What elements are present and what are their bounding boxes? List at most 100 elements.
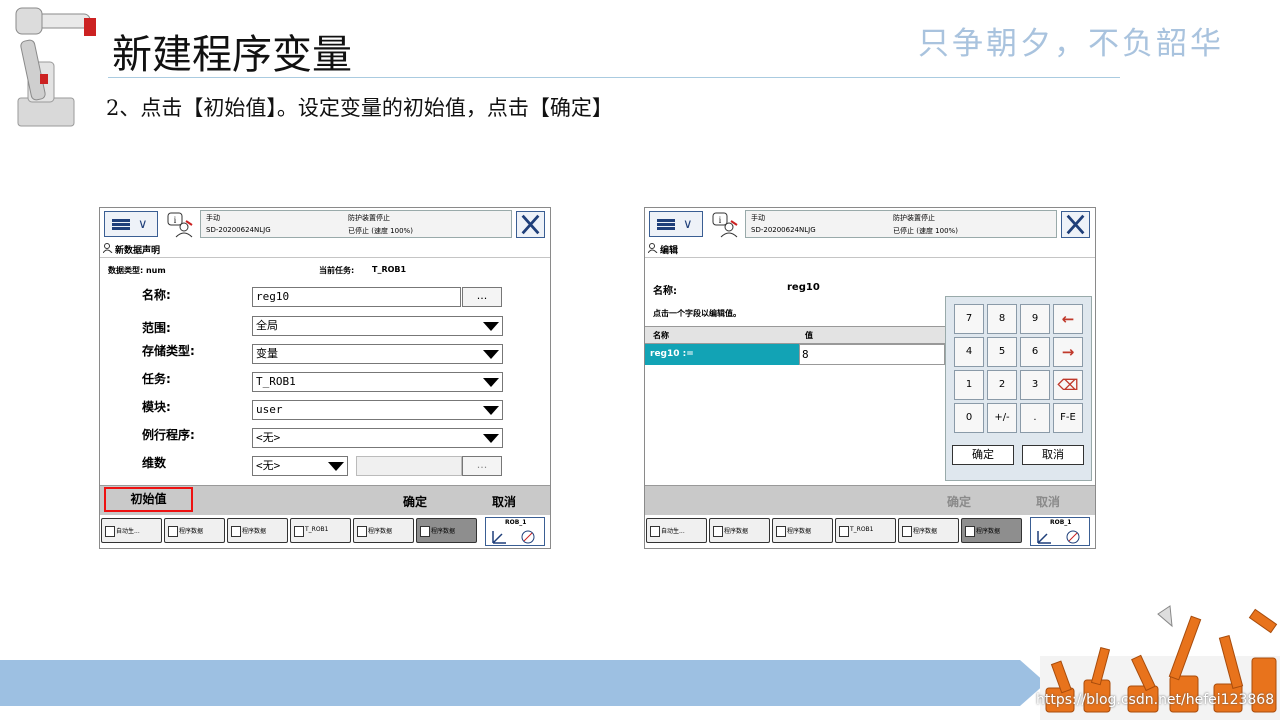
taskbar-tab-t-rob1[interactable]: T_ROB1 — [835, 518, 896, 543]
key-left-arrow-icon[interactable]: ← — [1053, 304, 1083, 334]
column-value: 值 — [805, 331, 813, 340]
key-9[interactable]: 9 — [1020, 304, 1050, 334]
window-title-bar: 编辑 — [645, 240, 1095, 258]
taskbar-tab-program-data[interactable]: 程序数据 — [709, 518, 770, 543]
status-safety: 防护装置停止 — [348, 214, 390, 222]
dimension-select[interactable]: <无> — [252, 456, 348, 476]
status-bar: ∨ i 手动 SD-20200624NLJG 防护装置停止 已停止 (速度 10… — [100, 208, 550, 240]
taskbar-tab-label: T_ROB1 — [305, 526, 329, 533]
key-6[interactable]: 6 — [1020, 337, 1050, 367]
window-icon — [902, 526, 912, 537]
window-icon — [650, 526, 660, 537]
key-4[interactable]: 4 — [954, 337, 984, 367]
taskbar-tab-label: 程序数据 — [179, 528, 204, 535]
name-input[interactable]: reg10 — [252, 287, 461, 307]
task-value: T_ROB1 — [256, 375, 296, 388]
taskbar-tab-label: T_ROB1 — [850, 526, 874, 533]
status-mode: 手动 — [751, 214, 765, 222]
flexpendant-screen-new-data: ∨ i 手动 SD-20200624NLJG 防护装置停止 已停止 (速度 10… — [99, 207, 551, 549]
taskbar-tab-program-data[interactable]: 程序数据 — [227, 518, 288, 543]
quickset-label: ROB_1 — [505, 519, 527, 526]
taskbar-tab-program-data[interactable]: 程序数据 — [164, 518, 225, 543]
row-name-cell[interactable]: reg10 := — [645, 344, 799, 365]
taskbar-tab-autogen[interactable]: 自动生... — [646, 518, 707, 543]
dropdown-arrow-icon — [328, 462, 344, 471]
taskbar-tab-program-data[interactable]: 程序数据 — [772, 518, 833, 543]
routine-value: <无> — [256, 431, 281, 444]
operator-info-icon[interactable]: i — [711, 211, 739, 238]
main-menu-button[interactable]: ∨ — [104, 211, 158, 237]
status-state: 已停止 (速度 100%) — [893, 227, 958, 235]
program-data-icon — [103, 243, 113, 253]
close-button[interactable] — [1061, 211, 1090, 238]
value-grid-header: 名称 值 — [645, 326, 945, 344]
name-keyboard-button[interactable]: ... — [462, 287, 502, 307]
scope-select[interactable]: 全局 — [252, 316, 503, 336]
key-8[interactable]: 8 — [987, 304, 1017, 334]
key-0[interactable]: 0 — [954, 403, 984, 433]
status-mode: 手动 — [206, 214, 220, 222]
taskbar-tab-program-data-active[interactable]: 程序数据 — [961, 518, 1022, 543]
module-select[interactable]: user — [252, 400, 503, 420]
taskbar-tab-label: 程序数据 — [431, 528, 456, 535]
module-value: user — [256, 403, 283, 416]
initial-value-button[interactable]: 初始值 — [104, 487, 193, 512]
row-value-input[interactable]: 8 — [799, 344, 945, 365]
slide-title: 新建程序变量 — [112, 32, 352, 78]
value-grid-row[interactable]: reg10 := 8 — [645, 344, 945, 365]
scope-label: 范围: — [142, 321, 171, 335]
key-5[interactable]: 5 — [987, 337, 1017, 367]
storage-type-select[interactable]: 变量 — [252, 344, 503, 364]
column-name: 名称 — [653, 331, 669, 340]
taskbar-tab-label: 自动生... — [661, 528, 685, 535]
scope-value: 全局 — [256, 319, 278, 332]
dropdown-arrow-icon — [483, 434, 499, 443]
ok-button[interactable]: 确定 — [403, 493, 427, 510]
quickset-button[interactable]: ROB_1 — [485, 517, 545, 546]
key-right-arrow-icon[interactable]: → — [1053, 337, 1083, 367]
name-value: reg10 — [256, 290, 290, 303]
routine-select[interactable]: <无> — [252, 428, 503, 448]
window-icon — [357, 526, 367, 537]
taskbar-tab-program-data-active[interactable]: 程序数据 — [416, 518, 477, 543]
task-select[interactable]: T_ROB1 — [252, 372, 503, 392]
taskbar-tab-label: 程序数据 — [242, 528, 267, 535]
taskbar-tab-program-data[interactable]: 程序数据 — [898, 518, 959, 543]
window-icon — [776, 526, 786, 537]
taskbar-tab-program-data[interactable]: 程序数据 — [353, 518, 414, 543]
program-data-icon — [648, 243, 658, 253]
flexpendant-screen-edit: ∨ i 手动 SD-20200624NLJG 防护装置停止 已停止 (速度 10… — [644, 207, 1096, 549]
module-label: 模块: — [142, 400, 171, 414]
operator-info-icon[interactable]: i — [166, 211, 194, 238]
close-button[interactable] — [516, 211, 545, 238]
key-7[interactable]: 7 — [954, 304, 984, 334]
key-decimal[interactable]: . — [1020, 403, 1050, 433]
cancel-button[interactable]: 取消 — [492, 493, 516, 510]
key-plus-minus[interactable]: +/- — [987, 403, 1017, 433]
taskbar-tab-autogen[interactable]: 自动生... — [101, 518, 162, 543]
taskbar-tab-t-rob1[interactable]: T_ROB1 — [290, 518, 351, 543]
key-3[interactable]: 3 — [1020, 370, 1050, 400]
command-bar: 确定 取消 — [645, 485, 1095, 515]
main-menu-button[interactable]: ∨ — [649, 211, 703, 237]
status-state: 已停止 (速度 100%) — [348, 227, 413, 235]
dropdown-arrow-icon — [483, 406, 499, 415]
window-title: 新数据声明 — [115, 246, 161, 256]
dimension-value: <无> — [256, 459, 281, 472]
numeric-keypad: 7 8 9 ← 4 5 6 → 1 2 3 ⌫ 0 +/- . F-E 确定 取… — [945, 296, 1092, 481]
key-1[interactable]: 1 — [954, 370, 984, 400]
window-icon — [105, 526, 115, 537]
keypad-cancel-button[interactable]: 取消 — [1022, 445, 1084, 465]
key-2[interactable]: 2 — [987, 370, 1017, 400]
quickset-button[interactable]: ROB_1 — [1030, 517, 1090, 546]
name-label: 名称: — [142, 288, 171, 302]
key-exponent[interactable]: F-E — [1053, 403, 1083, 433]
hamburger-icon — [112, 219, 130, 230]
data-type-label: 数据类型: num — [108, 266, 166, 275]
current-task-label: 当前任务: — [319, 266, 355, 275]
taskbar-tab-label: 程序数据 — [913, 528, 938, 535]
status-info-box: 手动 SD-20200624NLJG 防护装置停止 已停止 (速度 100%) … — [200, 210, 512, 238]
key-backspace-icon[interactable]: ⌫ — [1053, 370, 1083, 400]
keypad-ok-button[interactable]: 确定 — [952, 445, 1014, 465]
window-icon — [713, 526, 723, 537]
